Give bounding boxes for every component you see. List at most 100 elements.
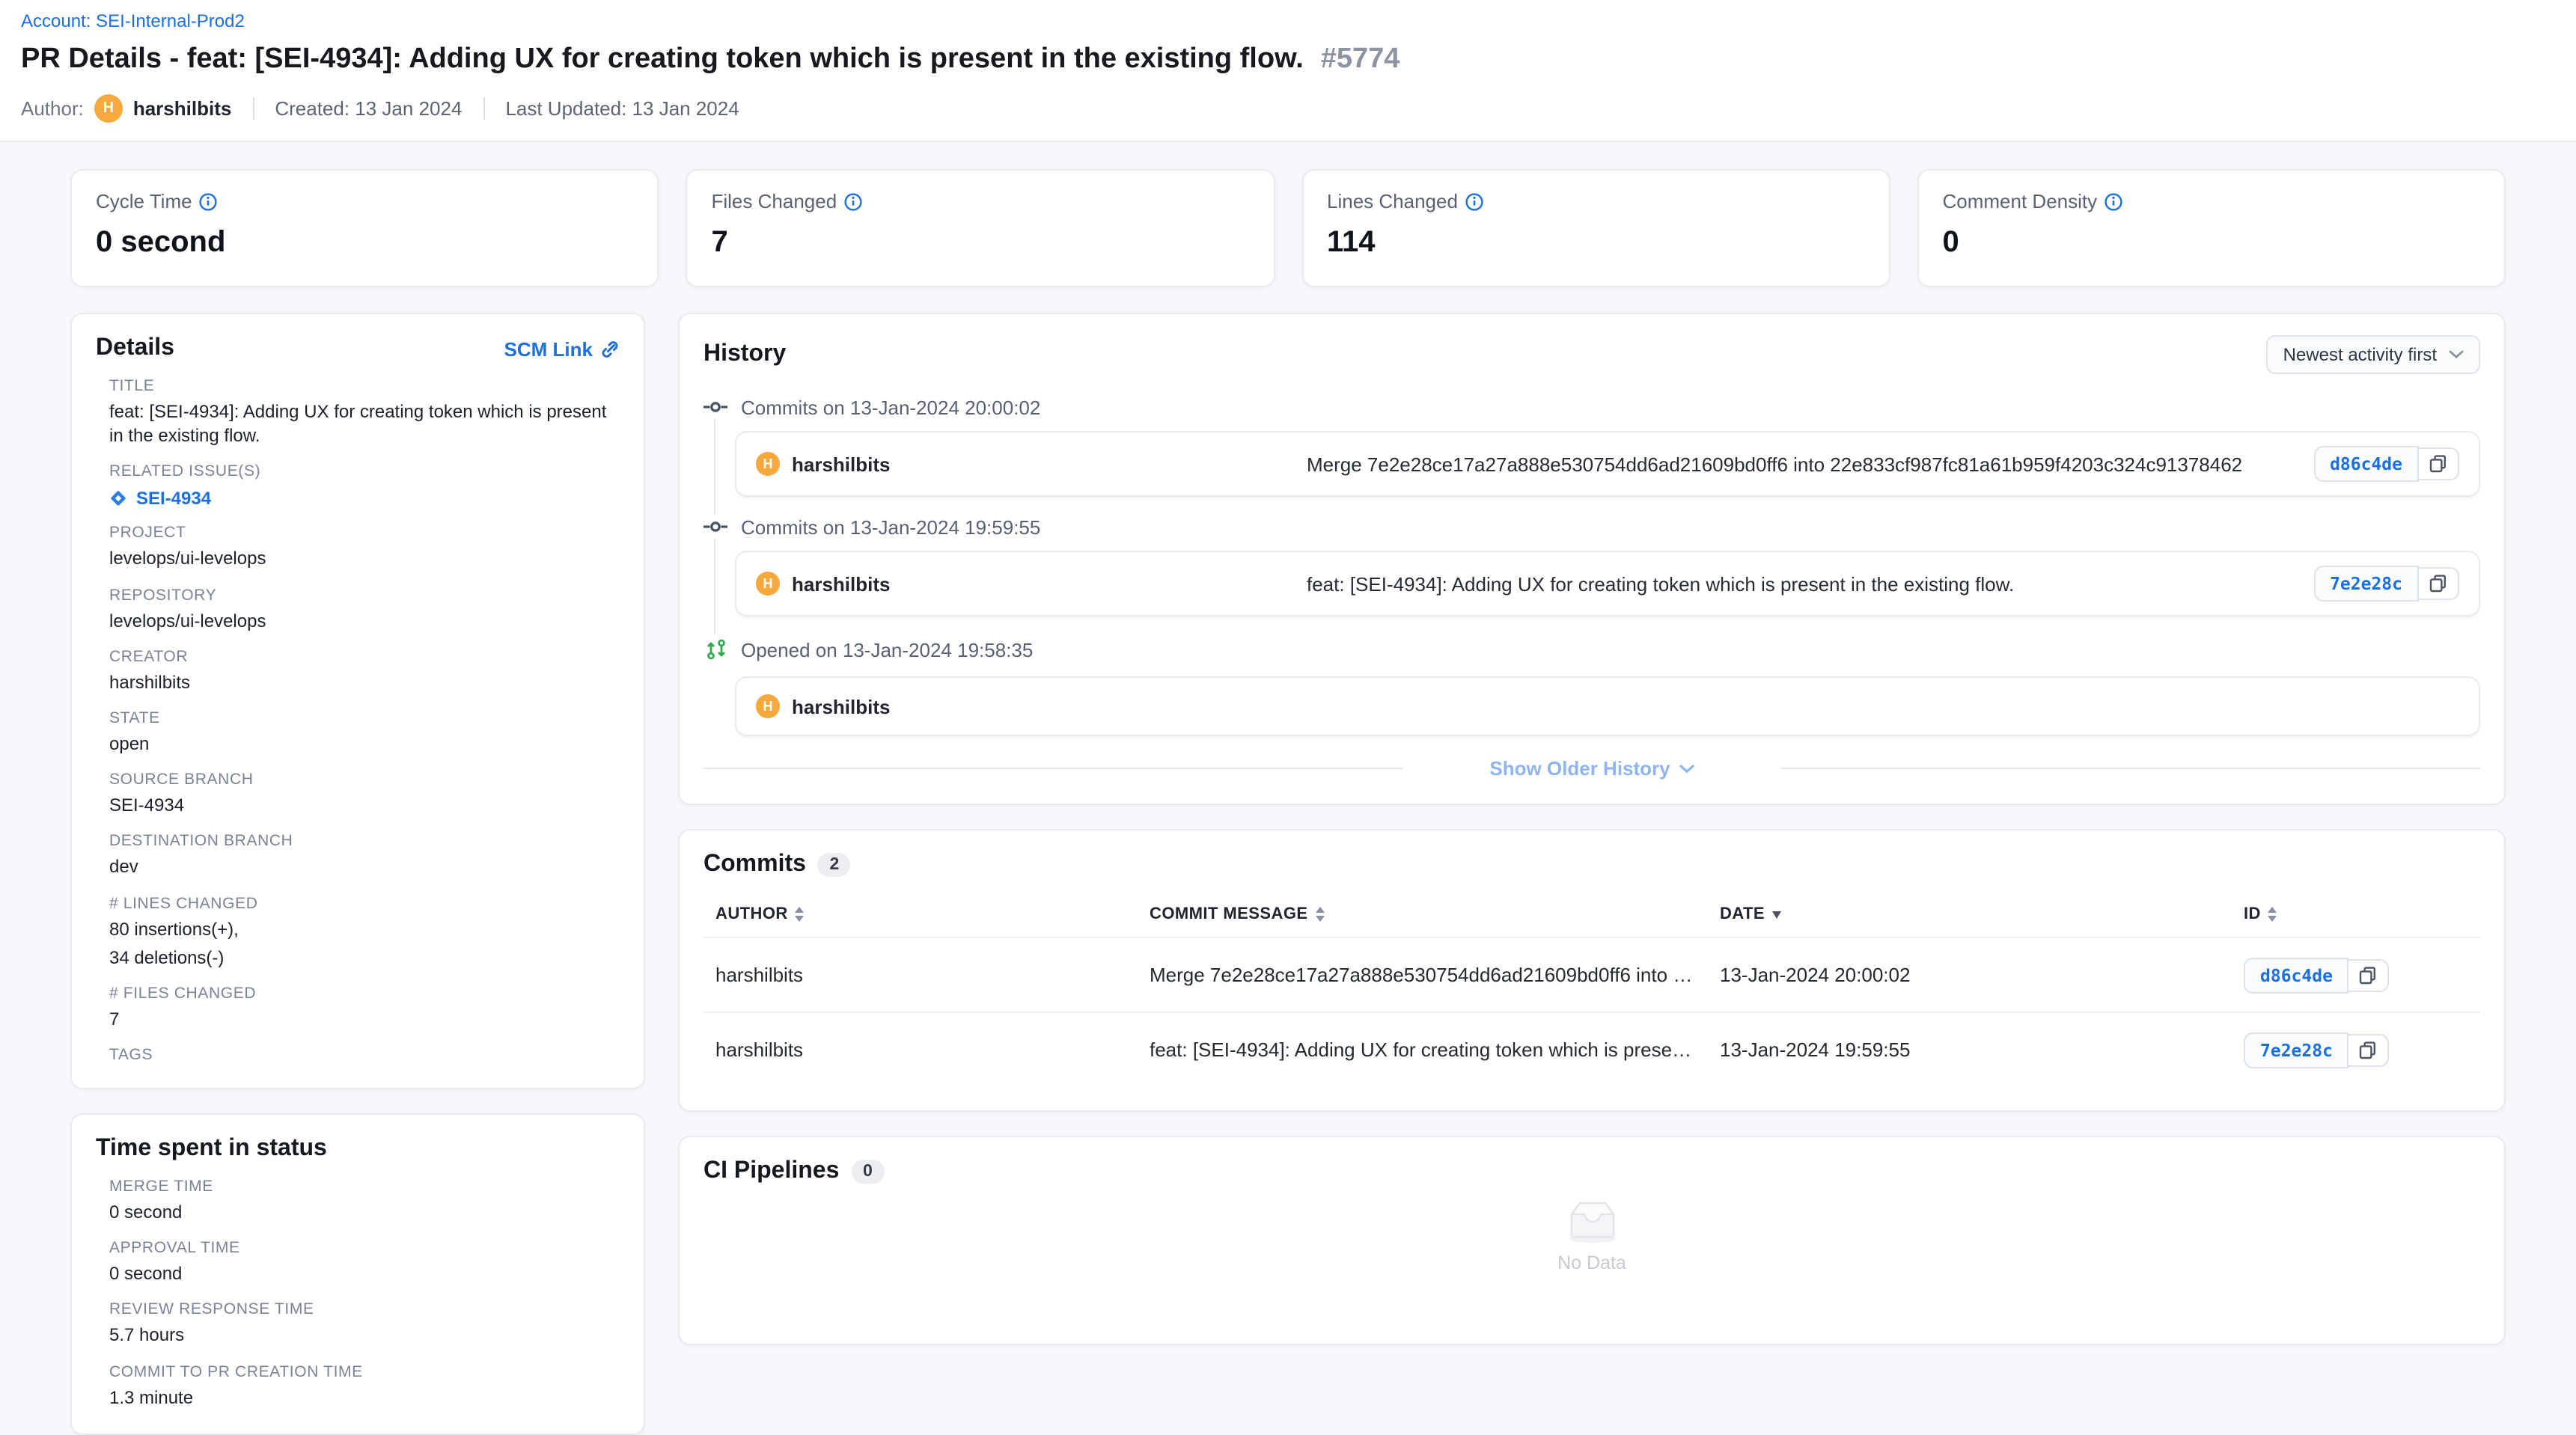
metric-card-files-changed: Files Changed 7 (686, 169, 1275, 287)
field-label: MERGE TIME (109, 1178, 620, 1196)
scm-link[interactable]: SCM Link (504, 337, 620, 360)
account-breadcrumb-link[interactable]: Account: SEI-Internal-Prod2 (21, 10, 2555, 31)
ci-pipelines-heading: CI Pipelines (703, 1158, 839, 1185)
commits-count-badge: 2 (818, 853, 851, 877)
field-merge-time: MERGE TIME 0 second (109, 1178, 620, 1224)
time-spent-heading: Time spent in status (96, 1136, 620, 1163)
metric-card-cycle-time: Cycle Time 0 second (70, 169, 659, 287)
issue-key: SEI-4934 (136, 489, 211, 510)
metric-label: Comment Density (1943, 190, 2098, 212)
time-spent-panel: Time spent in status MERGE TIME 0 second… (70, 1113, 645, 1435)
field-approval-time: APPROVAL TIME 0 second (109, 1240, 620, 1286)
sort-icon (796, 907, 805, 922)
avatar: H (756, 452, 780, 476)
commits-table-header: AUTHOR COMMIT MESSAGE DATE (703, 896, 2480, 937)
field-label: # LINES CHANGED (109, 894, 620, 912)
field-value: levelops/ui-levelops (109, 547, 620, 571)
metrics-row: Cycle Time 0 second Files Changed 7 Line… (70, 169, 2506, 287)
metric-value: 7 (712, 226, 1250, 260)
copy-button[interactable] (2417, 567, 2459, 600)
issue-diamond-icon (109, 490, 127, 508)
history-commit-card: H harshilbits feat: [SEI-4934]: Adding U… (735, 551, 2480, 616)
empty-state: No Data (703, 1197, 2480, 1273)
commit-message: Merge 7e2e28ce17a27a888e530754dd6ad21609… (1307, 453, 2313, 475)
author-label: Author: (21, 97, 84, 120)
pr-details-page: Account: SEI-Internal-Prod2 PR Details -… (0, 0, 2576, 1314)
metric-value: 0 (1943, 226, 2481, 260)
info-icon[interactable] (1465, 192, 1483, 210)
field-value: 1.3 minute (109, 1385, 620, 1409)
divider (483, 97, 484, 120)
details-heading: Details (96, 335, 174, 362)
field-commit-to-pr-time: COMMIT TO PR CREATION TIME 1.3 minute (109, 1362, 620, 1409)
divider (252, 97, 254, 120)
history-heading: History (703, 341, 786, 368)
field-label: SOURCE BRANCH (109, 771, 620, 789)
field-value: harshilbits (109, 670, 620, 694)
field-label: PROJECT (109, 524, 620, 542)
cell-commit-message: feat: [SEI-4934]: Adding UX for creating… (1150, 1038, 1720, 1061)
link-icon (600, 339, 620, 358)
page-title: PR Details - feat: [SEI-4934]: Adding UX… (21, 43, 1304, 75)
sort-icon (1316, 907, 1325, 922)
field-label: REPOSITORY (109, 586, 620, 604)
timeline-entry-label: Opened on 13-Jan-2024 19:58:35 (741, 638, 1033, 661)
info-icon[interactable] (200, 192, 218, 210)
title-row: PR Details - feat: [SEI-4934]: Adding UX… (21, 43, 2555, 76)
cell-date: 13-Jan-2024 19:59:55 (1720, 1038, 2244, 1061)
column-header-author[interactable]: AUTHOR (715, 905, 1150, 923)
field-value: SEI-4934 (109, 793, 620, 817)
cell-author: harshilbits (715, 1038, 1150, 1061)
field-value: open (109, 732, 620, 756)
copy-button[interactable] (2348, 958, 2390, 991)
show-older-history-button[interactable]: Show Older History (1489, 757, 1694, 780)
column-header-date[interactable]: DATE (1720, 905, 2244, 923)
avatar: H (756, 694, 780, 718)
commit-table-row: harshilbits Merge 7e2e28ce17a27a888e5307… (703, 937, 2480, 1012)
column-header-commit-message[interactable]: COMMIT MESSAGE (1150, 905, 1720, 923)
commit-hash-badge[interactable]: d86c4de (2313, 446, 2419, 482)
related-issue-link[interactable]: SEI-4934 (109, 489, 620, 510)
cell-commit-message: Merge 7e2e28ce17a27a888e530754dd6ad21609… (1150, 964, 1720, 986)
history-sort-dropdown[interactable]: Newest activity first (2267, 335, 2480, 374)
metric-card-comment-density: Comment Density 0 (1917, 169, 2506, 287)
timeline-entry-title: Commits on 13-Jan-2024 19:59:55 (703, 515, 2480, 539)
commit-icon (703, 395, 727, 419)
commit-icon (703, 515, 727, 539)
field-label: TAGS (109, 1046, 620, 1064)
field-label: STATE (109, 709, 620, 727)
copy-button[interactable] (2348, 1033, 2390, 1066)
divider (1781, 768, 2480, 769)
field-label: CREATOR (109, 648, 620, 666)
metric-label: Lines Changed (1327, 190, 1458, 212)
info-icon[interactable] (844, 192, 862, 210)
column-header-id[interactable]: ID (2244, 905, 2480, 923)
commit-author: harshilbits (792, 453, 891, 475)
cell-id: d86c4de (2244, 957, 2480, 993)
page-header: Account: SEI-Internal-Prod2 PR Details -… (0, 0, 2576, 142)
metric-label: Files Changed (712, 190, 837, 212)
timeline-entry-title: Opened on 13-Jan-2024 19:58:35 (703, 634, 2480, 664)
field-value: 0 second (109, 1262, 620, 1286)
field-creator: CREATOR harshilbits (109, 648, 620, 694)
field-value: 7 (109, 1007, 620, 1031)
commit-hash-badge[interactable]: 7e2e28c (2313, 566, 2419, 602)
commit-hash-badge[interactable]: 7e2e28c (2244, 1032, 2349, 1068)
metric-label: Cycle Time (96, 190, 192, 212)
field-title: TITLE feat: [SEI-4934]: Adding UX for cr… (109, 377, 620, 448)
commits-panel: Commits 2 AUTHOR COMMIT MESSAGE (678, 829, 2506, 1112)
field-destination-branch: DESTINATION BRANCH dev (109, 833, 620, 879)
timeline-entry-label: Commits on 13-Jan-2024 20:00:02 (741, 396, 1040, 418)
commit-hash-badge[interactable]: d86c4de (2244, 957, 2349, 993)
pr-number: #5774 (1321, 43, 1400, 75)
column-label: COMMIT MESSAGE (1150, 905, 1308, 923)
field-value: 80 insertions(+), (109, 917, 620, 940)
cell-id: 7e2e28c (2244, 1032, 2480, 1068)
field-value: feat: [SEI-4934]: Adding UX for creating… (109, 400, 620, 448)
field-state: STATE open (109, 709, 620, 756)
timeline-entry-title: Commits on 13-Jan-2024 20:00:02 (703, 395, 2480, 419)
column-label: AUTHOR (715, 905, 788, 923)
field-value: 34 deletions(-) (109, 945, 620, 969)
copy-button[interactable] (2417, 447, 2459, 480)
info-icon[interactable] (2105, 192, 2122, 210)
